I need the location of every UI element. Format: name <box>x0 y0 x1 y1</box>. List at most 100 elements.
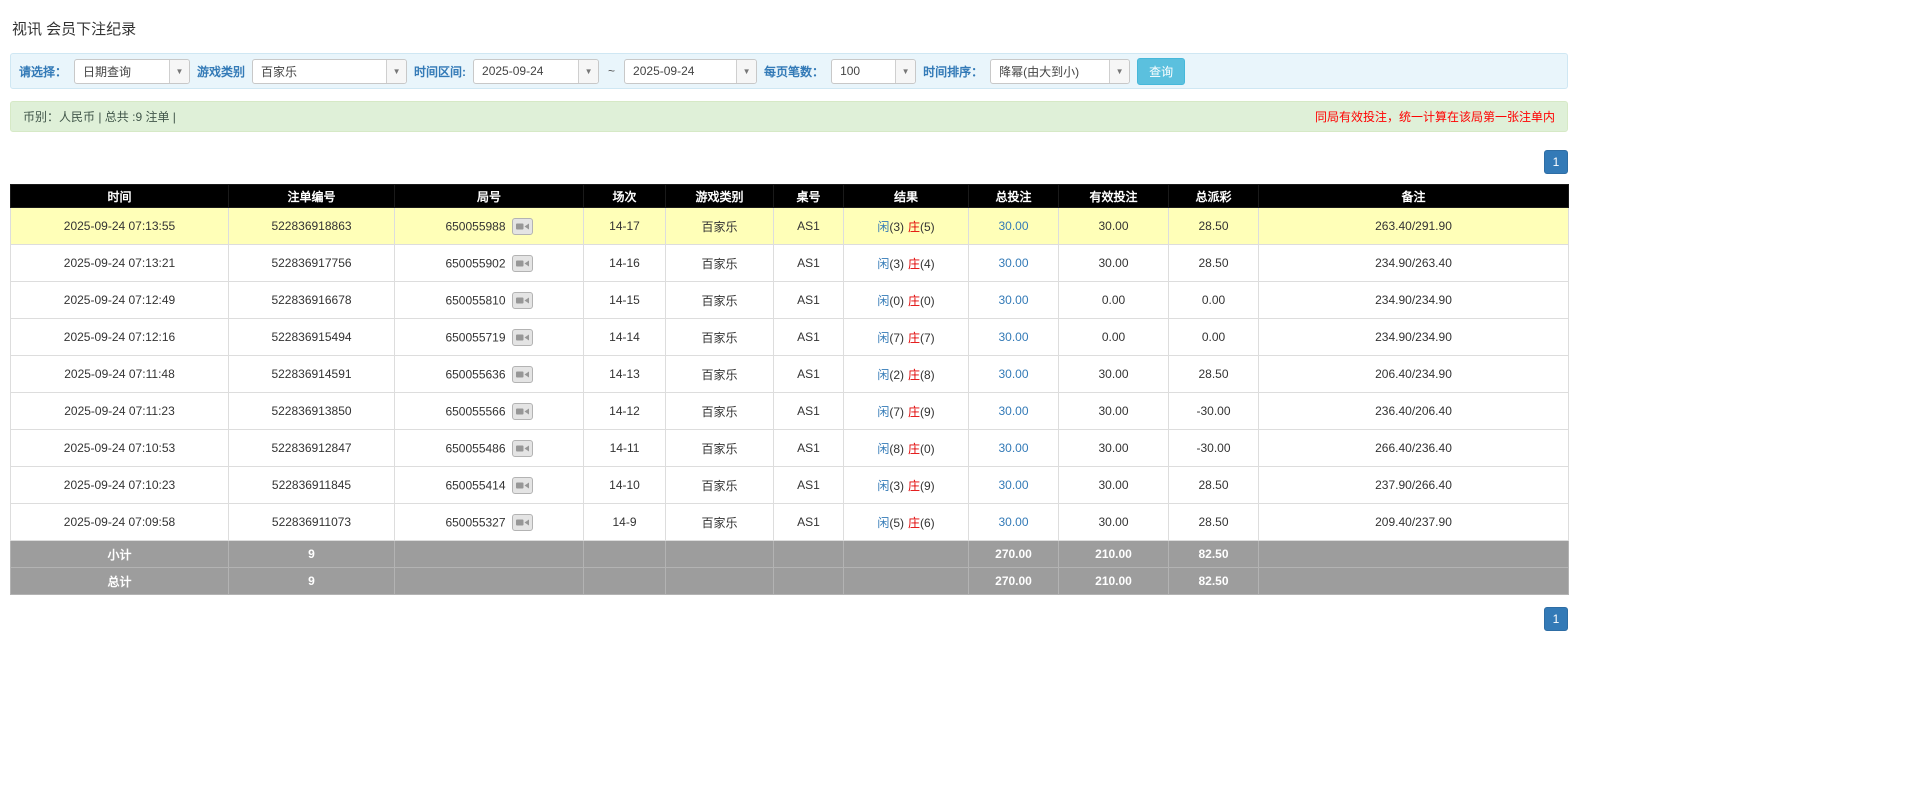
search-button[interactable]: 查询 <box>1137 57 1186 85</box>
total-bet-cell: 30.00 <box>968 244 1059 282</box>
summary-empty-cell <box>843 540 969 568</box>
total-bet-cell: 30.00 <box>968 429 1059 467</box>
session-cell: 14-14 <box>583 318 666 356</box>
video-replay-icon[interactable] <box>511 513 533 531</box>
banker-result-label: 庄 <box>908 515 921 530</box>
date-to-value: 2025-09-24 <box>633 64 695 78</box>
video-replay-icon[interactable] <box>511 365 533 383</box>
total-bet-link[interactable]: 30.00 <box>998 219 1028 233</box>
video-replay-icon[interactable] <box>511 217 533 235</box>
total-bet-link[interactable]: 30.00 <box>998 256 1028 270</box>
video-replay-icon[interactable] <box>511 402 533 420</box>
banker-result-label: 庄 <box>908 478 921 493</box>
time-cell: 2025-09-24 07:11:23 <box>10 392 229 430</box>
banker-result-score: (7) <box>920 330 935 345</box>
select-type-label: 请选择： <box>19 64 68 79</box>
currency-summary-text: 币别：人民币 | 总共 :9 注单 | <box>23 110 176 124</box>
page-size-label: 每页笔数： <box>764 64 825 79</box>
time-cell: 2025-09-24 07:13:21 <box>10 244 229 282</box>
date-to-select[interactable]: 2025-09-24 ▼ <box>624 58 758 84</box>
result-cell: 闲(3) 庄(4) <box>843 244 969 282</box>
total-bet-link[interactable]: 30.00 <box>998 515 1028 529</box>
column-header: 游戏类别 <box>665 184 774 208</box>
total-bet-link[interactable]: 30.00 <box>998 367 1028 381</box>
chevron-down-icon[interactable]: ▼ <box>1109 59 1130 83</box>
player-result-score: (0) <box>889 293 904 308</box>
summary-payout-cell: 82.50 <box>1168 567 1259 595</box>
summary-valid-bet-cell: 210.00 <box>1058 540 1169 568</box>
column-header: 局号 <box>394 184 584 208</box>
game-type-cell: 百家乐 <box>665 392 774 430</box>
player-result-score: (3) <box>889 478 904 493</box>
result-cell: 闲(7) 庄(9) <box>843 392 969 430</box>
table-no-cell: AS1 <box>773 466 844 504</box>
total-bet-cell: 30.00 <box>968 355 1059 393</box>
game-type-select[interactable]: 百家乐 ▼ <box>252 58 408 84</box>
summary-total-bet-cell: 270.00 <box>968 540 1059 568</box>
query-type-select[interactable]: 日期查询 ▼ <box>74 58 191 84</box>
video-replay-icon[interactable] <box>511 254 533 272</box>
table-row: 2025-09-24 07:13:21 522836917756 650055902… <box>10 244 1569 282</box>
column-header: 场次 <box>583 184 666 208</box>
page-number-button[interactable]: 1 <box>1544 607 1568 631</box>
column-header: 总派彩 <box>1168 184 1259 208</box>
video-replay-icon[interactable] <box>511 291 533 309</box>
time-range-label: 时间区间: <box>414 64 467 79</box>
table-row: 2025-09-24 07:12:49 522836916678 650055810… <box>10 281 1569 319</box>
bet-id-cell: 522836915494 <box>228 318 395 356</box>
chevron-down-icon[interactable]: ▼ <box>169 59 190 83</box>
summary-count-cell: 9 <box>228 540 395 568</box>
column-header: 结果 <box>843 184 969 208</box>
banker-result-score: (5) <box>920 219 935 234</box>
sort-label: 时间排序： <box>923 64 984 79</box>
result-cell: 闲(3) 庄(5) <box>843 207 969 245</box>
chevron-down-icon[interactable]: ▼ <box>578 59 599 83</box>
session-cell: 14-15 <box>583 281 666 319</box>
game-type-cell: 百家乐 <box>665 207 774 245</box>
warning-text: 同局有效投注，统一计算在该局第一张注单内 <box>1314 110 1555 124</box>
round-number: 650055988 <box>445 219 506 233</box>
player-result-score: (5) <box>889 515 904 530</box>
total-bet-link[interactable]: 30.00 <box>998 404 1028 418</box>
valid-bet-cell: 30.00 <box>1058 355 1169 393</box>
chevron-down-icon[interactable]: ▼ <box>895 59 916 83</box>
page-size-value: 100 <box>840 64 861 78</box>
round-cell: 650055902 <box>394 244 584 282</box>
player-result-label: 闲 <box>877 293 890 308</box>
banker-result-label: 庄 <box>908 441 921 456</box>
game-type-value: 百家乐 <box>261 64 298 79</box>
player-result-label: 闲 <box>877 219 890 234</box>
player-result-label: 闲 <box>877 256 890 271</box>
sort-select[interactable]: 降幂(由大到小) ▼ <box>990 58 1131 84</box>
note-cell: 234.90/234.90 <box>1258 281 1569 319</box>
payout-cell: -30.00 <box>1168 392 1259 430</box>
time-cell: 2025-09-24 07:10:53 <box>10 429 229 467</box>
table-row: 2025-09-24 07:10:23 522836911845 650055414… <box>10 466 1569 504</box>
total-bet-link[interactable]: 30.00 <box>998 330 1028 344</box>
total-bet-link[interactable]: 30.00 <box>998 293 1028 307</box>
chevron-down-icon[interactable]: ▼ <box>736 59 757 83</box>
time-cell: 2025-09-24 07:12:16 <box>10 318 229 356</box>
payout-cell: 0.00 <box>1168 318 1259 356</box>
payout-cell: 28.50 <box>1168 244 1259 282</box>
page-number-button[interactable]: 1 <box>1544 150 1568 174</box>
summary-empty-cell <box>773 567 844 595</box>
table-row: 2025-09-24 07:13:55 522836918863 650055988… <box>10 207 1569 245</box>
game-type-cell: 百家乐 <box>665 503 774 541</box>
total-bet-link[interactable]: 30.00 <box>998 478 1028 492</box>
column-header: 备注 <box>1258 184 1569 208</box>
table-row: 2025-09-24 07:11:48 522836914591 650055636… <box>10 355 1569 393</box>
page-size-select[interactable]: 100 ▼ <box>831 58 917 84</box>
round-cell: 650055566 <box>394 392 584 430</box>
video-replay-icon[interactable] <box>511 439 533 457</box>
video-replay-icon[interactable] <box>511 328 533 346</box>
session-cell: 14-12 <box>583 392 666 430</box>
date-from-select[interactable]: 2025-09-24 ▼ <box>473 58 600 84</box>
game-type-cell: 百家乐 <box>665 355 774 393</box>
video-replay-icon[interactable] <box>511 476 533 494</box>
table-no-cell: AS1 <box>773 281 844 319</box>
round-cell: 650055719 <box>394 318 584 356</box>
total-bet-link[interactable]: 30.00 <box>998 441 1028 455</box>
chevron-down-icon[interactable]: ▼ <box>386 59 407 83</box>
valid-bet-cell: 30.00 <box>1058 503 1169 541</box>
